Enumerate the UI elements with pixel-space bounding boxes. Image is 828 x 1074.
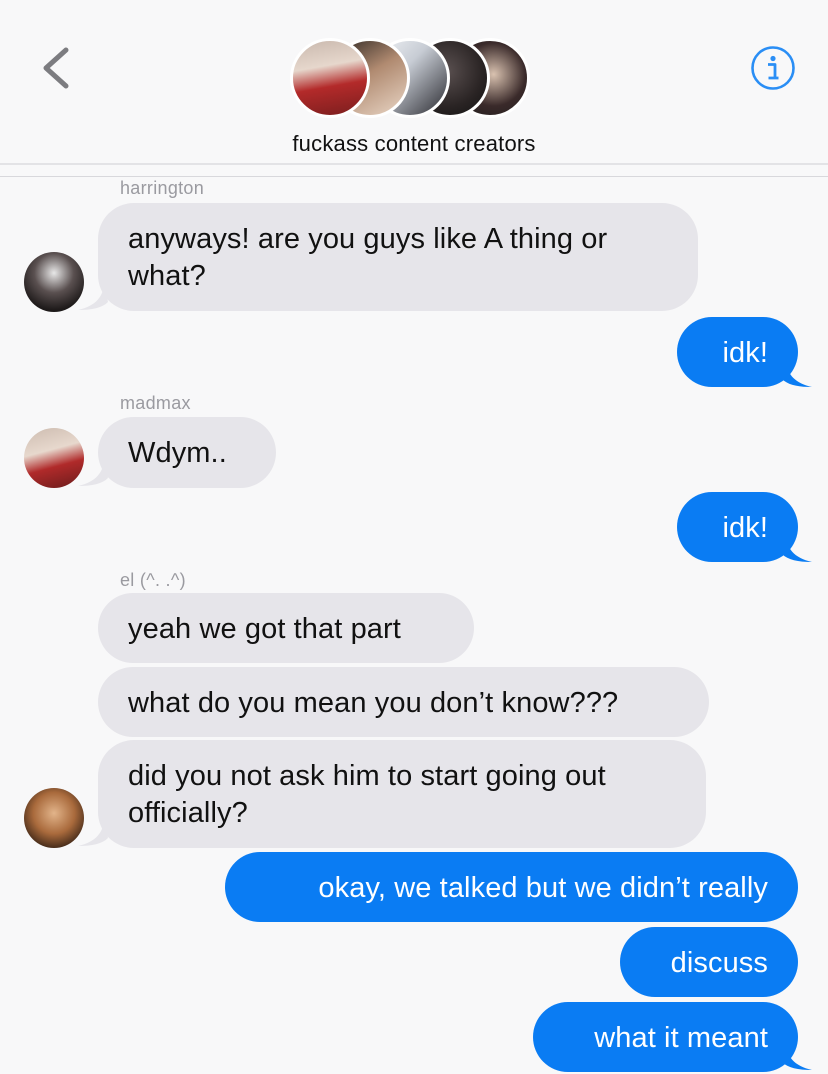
message-bubble[interactable]: yeah we got that part	[98, 593, 474, 663]
conversation-title[interactable]: fuckass content creators	[0, 131, 828, 157]
sender-name: harrington	[120, 178, 205, 198]
group-avatars[interactable]	[290, 38, 530, 120]
message-bubble-outgoing[interactable]: discuss	[620, 927, 798, 997]
message-text: idk!	[722, 512, 768, 544]
message-line: Wdym..	[128, 437, 227, 469]
sender-name: madmax	[120, 393, 191, 413]
bubble-tail	[782, 359, 812, 387]
message-bubble-outgoing[interactable]: what it meant	[533, 1002, 798, 1072]
message-line: yeah we got that part	[128, 613, 401, 645]
message-line: what?	[128, 260, 206, 292]
avatar-el[interactable]	[24, 788, 84, 848]
bubble-tail	[782, 534, 812, 562]
group-avatar-1	[290, 38, 370, 118]
chat-header: fuckass content creators	[0, 0, 828, 165]
message-bubble[interactable]: Wdym..	[98, 417, 276, 488]
message-bubble[interactable]: anyways! are you guys like A thing or wh…	[98, 203, 698, 311]
message-text: idk!	[722, 337, 768, 369]
avatar-harrington[interactable]	[24, 252, 84, 312]
message-bubble-outgoing[interactable]: idk!	[677, 492, 798, 562]
avatar-madmax[interactable]	[24, 428, 84, 488]
message-line: did you not ask him to start going out	[128, 760, 606, 792]
message-bubble-outgoing[interactable]: okay, we talked but we didn’t really	[225, 852, 798, 922]
message-text: discuss	[670, 947, 768, 979]
message-line: anyways! are you guys like A thing or	[128, 223, 608, 255]
message-bubble-outgoing[interactable]: idk!	[677, 317, 798, 387]
sender-name: el (^. .^)	[120, 570, 186, 590]
message-bubble[interactable]: what do you mean you don’t know???	[98, 667, 709, 737]
header-divider	[0, 176, 828, 177]
message-text: okay, we talked but we didn’t really	[318, 872, 768, 904]
message-line: officially?	[128, 797, 248, 829]
chevron-left-icon[interactable]	[36, 44, 76, 92]
message-text: what it meant	[594, 1022, 768, 1054]
info-icon[interactable]	[750, 45, 796, 91]
message-line: what do you mean you don’t know???	[128, 687, 619, 719]
bubble-tail	[782, 1042, 812, 1070]
message-bubble[interactable]: did you not ask him to start going out o…	[98, 740, 706, 848]
